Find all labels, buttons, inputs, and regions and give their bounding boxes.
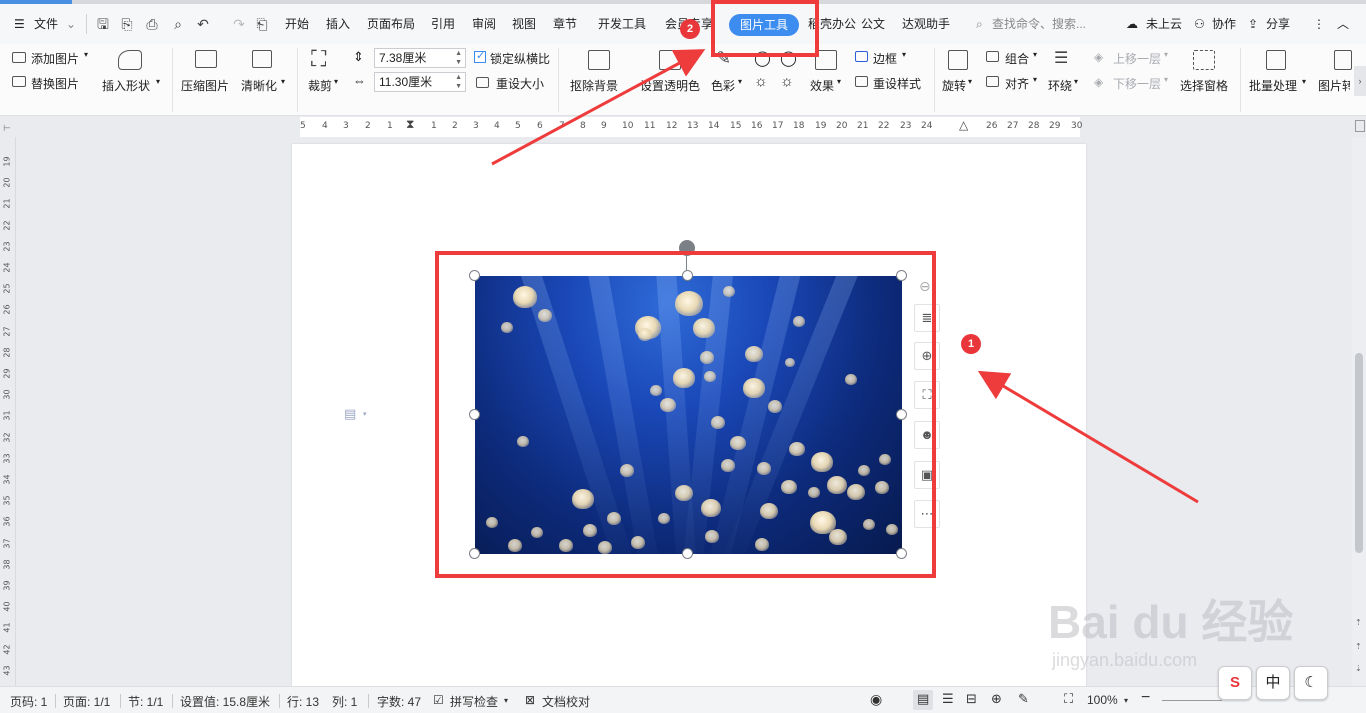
proofread-button[interactable]: 文档校对 [542,693,590,710]
divider [120,694,121,708]
arrow-to-picture-tools [491,49,706,166]
ime-toolbar: S 中 ☾ [1218,666,1330,700]
proofread-icon: ⊠ [525,693,536,707]
fit-page-icon[interactable]: ⛶ [1064,691,1073,707]
divider [172,694,173,708]
chinese-mode-button[interactable]: 中 [1256,666,1290,700]
divider [368,694,369,708]
scroll-page-up-icon[interactable]: ⇡ [1355,642,1362,651]
eye-protection-icon[interactable]: ◉ [870,691,882,708]
zoom-slider[interactable] [1162,700,1222,701]
scrollbar-thumb[interactable] [1355,353,1363,553]
status-page-number[interactable]: 页码: 1 [10,693,47,710]
vertical-scrollbar[interactable]: ⇡ ⇡ ⇣ [1352,137,1366,686]
chevron-down-icon[interactable]: ▾ [1124,696,1128,705]
status-pages[interactable]: 页面: 1/1 [63,693,110,710]
divider [279,694,280,708]
arrow-to-image [977,370,1199,504]
status-word-count[interactable]: 字数: 47 [377,693,421,710]
status-row: 行: 13 [287,695,320,709]
spellcheck-button[interactable]: 拼写检查 [450,693,498,710]
write-mode-icon[interactable]: ✎ [1018,691,1029,707]
night-mode-icon[interactable]: ☾ [1294,666,1328,700]
sogou-logo-icon[interactable]: S [1218,666,1252,700]
status-section[interactable]: 节: 1/1 [128,693,163,710]
scroll-up-icon[interactable]: ⇡ [1355,618,1362,627]
page-view-icon: ▤ [917,691,930,706]
status-column: 列: 1 [332,695,358,709]
chevron-down-icon[interactable]: ▾ [504,696,508,705]
reading-view-icon[interactable]: ⊟ [966,691,977,707]
scroll-down-icon[interactable]: ⇣ [1355,664,1362,673]
spellcheck-icon: ☑ [433,693,444,707]
status-setting-value[interactable]: 设置值: 15.8厘米 [180,693,270,710]
outline-view-icon[interactable]: ☰ [942,691,954,707]
watermark-brand: Bai du 经验 [1048,596,1294,648]
web-view-icon[interactable]: ⊕ [991,691,1002,707]
zoom-out-icon[interactable]: − [1141,689,1150,707]
divider [55,694,56,708]
zoom-level[interactable]: 100% [1087,693,1118,707]
watermark-url: jingyan.baidu.com [1052,650,1198,670]
status-bar: 页码: 1 页面: 1/1 节: 1/1 设置值: 15.8厘米 行: 13 列… [0,686,1366,713]
